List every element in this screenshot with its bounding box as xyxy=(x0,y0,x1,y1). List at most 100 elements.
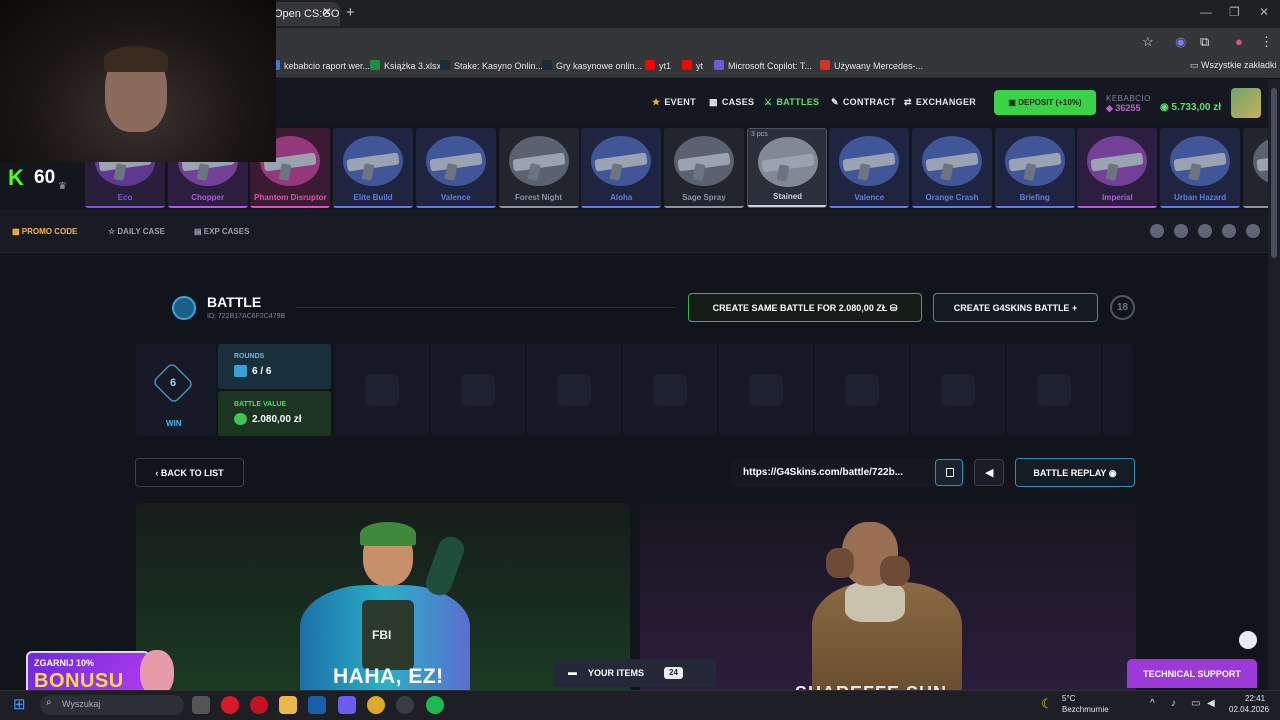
all-bookmarks-folder[interactable]: ▭ Wszystkie zakładki xyxy=(1190,60,1277,71)
case-slot[interactable] xyxy=(1103,344,1133,436)
taskbar-search[interactable]: Wyszukaj xyxy=(40,695,184,715)
sub-navigation xyxy=(0,210,1280,253)
live-drop-item[interactable]: Orange Crash xyxy=(912,128,992,208)
rarity-bar xyxy=(1077,206,1158,208)
case-slot[interactable] xyxy=(527,344,621,436)
create-same-battle-button[interactable]: CREATE SAME BATTLE FOR 2.080,00 ZŁ ⛁ xyxy=(688,293,922,322)
technical-support-button[interactable]: TECHNICAL SUPPORT xyxy=(1127,659,1257,688)
profile-icon[interactable]: ● xyxy=(1235,34,1243,49)
bookmark-item[interactable]: yt1 xyxy=(645,60,671,71)
weather-temperature: 5°C xyxy=(1062,694,1076,703)
level-number: 60 xyxy=(34,167,56,188)
address-input[interactable] xyxy=(276,31,1176,53)
live-drop-item[interactable]: Elite Build xyxy=(333,128,414,208)
task-view-icon[interactable] xyxy=(192,696,210,714)
create-g4skins-battle-button[interactable]: CREATE G4SKINS BATTLE + xyxy=(933,293,1098,322)
nav-battles[interactable]: ⚔ BATTLES xyxy=(764,97,819,108)
exp-cases-link[interactable]: ▤ EXP CASES xyxy=(194,227,249,236)
steam-icon[interactable] xyxy=(308,696,326,714)
bookmark-item[interactable]: Gry kasynowe onlin... xyxy=(542,60,642,71)
bookmark-favicon-icon xyxy=(714,60,724,70)
copy-link-button[interactable] xyxy=(935,459,963,486)
windows-start-icon[interactable]: ⊞ xyxy=(13,695,26,713)
deposit-button[interactable]: ▣ DEPOSIT (+10%) xyxy=(994,90,1096,115)
tab-close-icon[interactable]: ✕ xyxy=(322,5,332,19)
obs-icon[interactable] xyxy=(396,696,414,714)
nav-cases-icon: ▦ xyxy=(709,97,718,107)
menu-dots-icon[interactable]: ⋮ xyxy=(1260,34,1273,50)
extension-icon[interactable]: ◉ xyxy=(1175,34,1186,50)
bookmark-item[interactable]: Stake: Kasyno Onlin... xyxy=(440,60,543,71)
daily-case-link[interactable]: ☆ DAILY CASE xyxy=(108,227,165,236)
spotify-icon[interactable] xyxy=(426,696,444,714)
nav-exchanger[interactable]: ⇄ EXCHANGER xyxy=(904,97,976,108)
live-drop-name: Sage Spray xyxy=(682,193,726,202)
bookmark-star-icon[interactable]: ☆ xyxy=(1142,34,1154,50)
live-drop-item[interactable]: Valence xyxy=(829,128,910,208)
live-drop-item[interactable]: Forest Night xyxy=(498,128,579,208)
live-drop-name: Forest Night xyxy=(514,193,563,202)
promo-code-link[interactable]: ▩ PROMO CODE xyxy=(12,227,77,236)
avatar[interactable] xyxy=(1231,88,1261,118)
user-balance[interactable]: ◉ 5.733,00 zł xyxy=(1160,102,1221,113)
minimize-icon[interactable]: — xyxy=(1200,5,1212,19)
new-tab-button[interactable]: + xyxy=(346,4,355,21)
bookmark-item[interactable]: kebabcio raport wer... xyxy=(270,60,370,71)
opera-icon[interactable] xyxy=(221,696,239,714)
nav-contract[interactable]: ✎ CONTRACT xyxy=(831,97,896,108)
facebook-icon[interactable] xyxy=(1150,224,1164,238)
live-drop-item[interactable]: Briefing xyxy=(994,128,1075,208)
volume-icon[interactable]: ◀ xyxy=(1207,698,1215,709)
case-slot[interactable] xyxy=(1007,344,1101,436)
case-slot[interactable] xyxy=(911,344,1005,436)
instagram-icon[interactable] xyxy=(1174,224,1188,238)
drop-quantity-label: 3 pcs xyxy=(751,131,768,138)
bookmark-item[interactable]: Książka 3.xlsx xyxy=(370,60,441,71)
telegram-icon[interactable] xyxy=(1246,224,1260,238)
close-window-icon[interactable]: ✕ xyxy=(1259,5,1269,19)
live-drop-item[interactable]: Aloha xyxy=(581,128,662,208)
bookmark-favicon-icon xyxy=(645,60,655,70)
back-to-list-button[interactable]: ‹ BACK TO LIST xyxy=(135,458,244,487)
extensions-puzzle-icon[interactable]: ⧉ xyxy=(1200,34,1209,50)
nav-event[interactable]: ★ EVENT xyxy=(652,97,696,108)
bookmark-item[interactable]: yt xyxy=(682,60,703,71)
bookmark-item[interactable]: Microsoft Copilot: T... xyxy=(714,60,812,71)
x-twitter-icon[interactable] xyxy=(1198,224,1212,238)
discord-icon[interactable] xyxy=(1222,224,1236,238)
title-divider xyxy=(296,307,676,308)
live-drop-item[interactable]: Imperial xyxy=(1077,128,1158,208)
bookmark-item[interactable]: Używany Mercedes-... xyxy=(820,60,923,71)
case-slot[interactable] xyxy=(719,344,813,436)
sound-toggle-button[interactable]: ◀ xyxy=(974,459,1004,486)
live-drop-item[interactable]: Stained xyxy=(746,128,827,208)
rarity-bar xyxy=(167,206,248,208)
player-two-hand xyxy=(880,556,910,586)
tray-chevron-icon[interactable]: ^ xyxy=(1150,698,1155,709)
bookmark-favicon-icon xyxy=(682,60,692,70)
bookmark-favicon-icon xyxy=(820,60,830,70)
case-slot[interactable] xyxy=(431,344,525,436)
file-explorer-icon[interactable] xyxy=(279,696,297,714)
case-icon xyxy=(845,374,879,406)
nav-cases[interactable]: ▦ CASES xyxy=(709,97,754,108)
case-slot[interactable] xyxy=(335,344,429,436)
battle-value-label: BATTLE VALUE xyxy=(234,401,287,408)
microphone-icon[interactable]: ♪ xyxy=(1171,698,1176,709)
opera-gx-icon[interactable] xyxy=(250,696,268,714)
discord-app-icon[interactable] xyxy=(338,696,356,714)
case-slot[interactable] xyxy=(815,344,909,436)
live-drop-item[interactable]: Urban Hazard xyxy=(1160,128,1241,208)
chrome-icon[interactable] xyxy=(367,696,385,714)
network-icon[interactable]: ▭ xyxy=(1191,698,1200,709)
scrollbar-thumb[interactable] xyxy=(1271,88,1277,258)
live-drop-name: Phantom Disruptor xyxy=(254,193,327,202)
send-icon[interactable] xyxy=(1239,631,1257,649)
case-slot[interactable] xyxy=(623,344,717,436)
maximize-icon[interactable]: ❐ xyxy=(1229,5,1240,19)
battle-url-field[interactable]: https://G4Skins.com/battle/722b... xyxy=(731,458,964,487)
live-drop-item[interactable]: Valence xyxy=(415,128,496,208)
your-items-button[interactable]: ▬ YOUR ITEMS xyxy=(554,659,716,687)
battle-replay-button[interactable]: BATTLE REPLAY ◉ xyxy=(1015,458,1135,487)
live-drop-item[interactable]: Sage Spray xyxy=(663,128,744,208)
